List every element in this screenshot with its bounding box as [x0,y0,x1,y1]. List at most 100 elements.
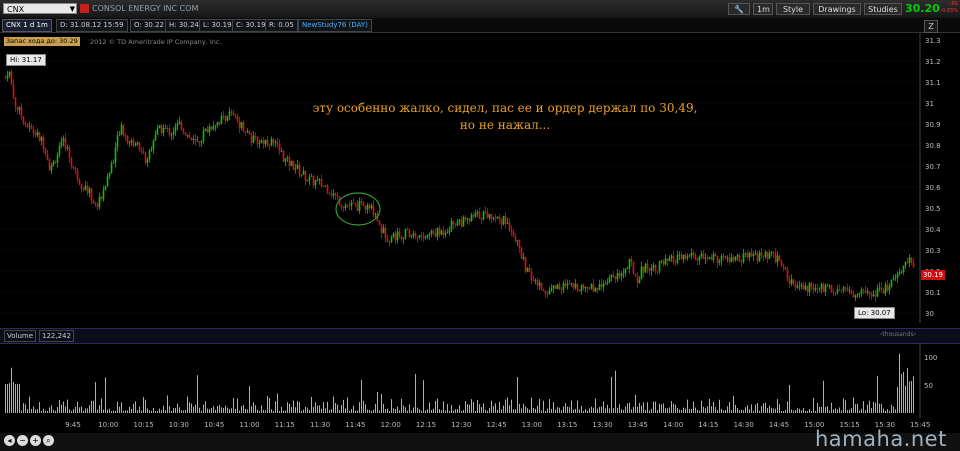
volume-bar [351,408,352,413]
volume-bar [201,410,202,413]
style-button[interactable]: Style [776,3,810,15]
volume-bar [433,408,434,413]
volume-bar [349,410,350,413]
open-field: O: 30.22 [130,19,169,32]
volume-bar [445,410,446,413]
zoom-in-icon[interactable]: + [30,435,41,446]
volume-bar [809,409,810,413]
volume-bar [869,400,870,413]
study-label[interactable]: NewStudy76 (DAY) [298,19,372,32]
change-amount: -.01 [948,1,958,7]
volume-units: ‹thousands› [880,331,916,338]
close-field: C: 30.19 [232,19,270,32]
volume-bar [685,408,686,413]
volume-bar [259,410,260,413]
volume-bar [659,403,660,413]
volume-bar [673,403,674,413]
volume-bar [709,398,710,413]
volume-bar [687,399,688,413]
volume-bar [339,410,340,413]
volume-bar [711,406,712,413]
volume-bar [531,397,532,413]
volume-bar [469,404,470,413]
volume-bar [623,409,624,413]
timeframe-button[interactable]: 1m [753,3,773,15]
volume-bar [867,404,868,413]
volume-bar [221,407,222,413]
volume-bar [455,409,456,413]
volume-bar [379,410,380,413]
volume-bar [213,406,214,413]
volume-bar [625,406,626,413]
time-tick: 10:15 [134,421,154,429]
volume-bar [403,405,404,413]
volume-bar [467,404,468,413]
zoom-icon[interactable]: Z [924,20,938,33]
volume-bar [217,406,218,413]
volume-bar [79,407,80,413]
volume-value: 122,242 [39,330,74,342]
volume-bar [807,410,808,413]
volume-bar [863,401,864,413]
volume-chart[interactable]: 100 50 [0,343,960,418]
volume-bar [203,404,204,413]
volume-bar [353,405,354,413]
volume-bar [595,398,596,413]
volume-bar [67,399,68,413]
volume-bar [511,399,512,413]
zoom-out-icon[interactable]: − [17,435,28,446]
price-chart[interactable]: 31.3 31.2 31.1 31 30.9 30.8 30.7 30.6 30.5 30.4 30… [0,33,960,328]
volume-bar [23,403,24,413]
volume-bar [803,408,804,413]
scroll-left-icon[interactable]: ◂ [4,435,15,446]
chart-label[interactable]: CNX 1 d 1m [2,19,52,32]
volume-bar [493,406,494,413]
volume-bar [61,404,62,413]
volume-bar [337,404,338,413]
volume-bar [473,402,474,413]
magnifier-icon[interactable]: ⌕ [43,435,54,446]
studies-button[interactable]: Studies [864,3,902,15]
volume-bar [295,407,296,413]
change-percent: -0.03% [940,8,958,14]
drawings-button[interactable]: Drawings [813,3,861,15]
volume-bar [69,409,70,413]
volume-bar [95,382,96,413]
volume-bar [265,410,266,413]
price-tick: 30.6 [925,184,941,192]
chevron-down-icon[interactable]: ▼ [70,4,75,15]
volume-bar [137,410,138,413]
volume-bar [47,410,48,413]
volume-bar [25,404,26,413]
volume-bar [811,410,812,413]
volume-bar [611,376,612,413]
volume-bar [413,407,414,413]
volume-bar [695,407,696,413]
volume-bar [115,410,116,413]
time-tick: 14:15 [698,421,718,429]
volume-bar [71,410,72,413]
volume-bar [777,398,778,413]
volume-bar [411,410,412,413]
volume-bar [105,377,106,413]
volume-bar [507,397,508,413]
symbol-input[interactable]: CNX ▼ [3,3,77,14]
volume-bar [909,381,910,413]
volume-bar [875,402,876,413]
volume-bar [745,407,746,413]
volume-bar [383,403,384,413]
volume-bar [889,410,890,413]
volume-bar [219,405,220,413]
volume-bar [461,410,462,413]
candle [778,254,781,262]
volume-bar [375,403,376,413]
volume-bar [755,404,756,413]
wrench-icon[interactable]: 🔧 [728,3,750,15]
volume-bar [179,407,180,413]
volume-bar [303,409,304,413]
volume-bar [609,408,610,413]
chart-scroll-area[interactable] [60,433,760,449]
volume-bar [853,397,854,413]
candle [644,262,647,274]
volume-bar [269,398,270,413]
